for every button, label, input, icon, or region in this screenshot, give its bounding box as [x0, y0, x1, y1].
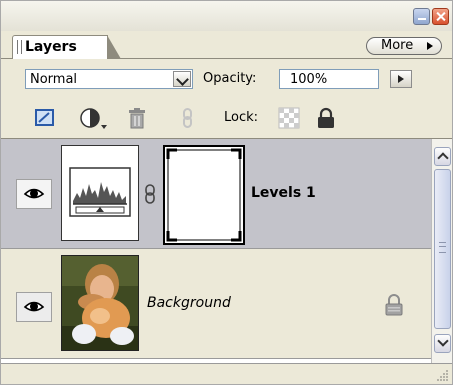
scroll-down-button[interactable]: [434, 334, 451, 353]
mask-link-icon[interactable]: [143, 183, 157, 205]
opacity-label: Opacity:: [203, 71, 257, 86]
layer-mask-thumbnail[interactable]: [163, 145, 245, 245]
opacity-value: 100%: [290, 72, 328, 87]
trash-icon[interactable]: [126, 107, 148, 129]
layer-toolbar: Lock:: [1, 99, 452, 139]
vertical-scrollbar[interactable]: [431, 139, 452, 363]
scroll-thumb[interactable]: [434, 169, 451, 329]
opacity-slider-button[interactable]: [390, 70, 412, 88]
grip-icon: [439, 242, 446, 253]
new-fill-layer-icon[interactable]: [34, 107, 56, 129]
adjustment-layer-icon[interactable]: [79, 107, 109, 129]
blend-controls: Normal Opacity: 100%: [1, 59, 452, 99]
visibility-toggle[interactable]: [16, 292, 52, 322]
layer-name[interactable]: Background: [147, 295, 231, 311]
close-button[interactable]: [432, 8, 449, 25]
minimize-button[interactable]: [413, 8, 430, 25]
link-icon[interactable]: [177, 107, 199, 129]
layer-row-background[interactable]: Background: [1, 249, 431, 359]
lock-icon: [384, 293, 404, 317]
layers-list: Levels 1 Background: [1, 139, 431, 363]
eye-icon: [23, 301, 45, 312]
histogram-icon: [69, 167, 131, 217]
photo-girl-with-cat-image: [62, 256, 138, 350]
blend-mode-select[interactable]: Normal: [25, 69, 193, 89]
layer-row-levels[interactable]: Levels 1: [1, 139, 431, 249]
chevron-down-icon[interactable]: [173, 71, 191, 87]
layers-palette: Layers More Normal Opacity: 100% Lock: L…: [0, 0, 453, 385]
blend-mode-value: Normal: [30, 72, 78, 87]
opacity-field[interactable]: 100%: [279, 69, 379, 89]
adjustment-thumbnail[interactable]: [61, 145, 139, 241]
eye-icon: [23, 188, 45, 199]
lock-label: Lock:: [224, 110, 259, 125]
layer-name[interactable]: Levels 1: [251, 185, 316, 201]
image-thumbnail[interactable]: [61, 255, 139, 351]
scroll-up-button[interactable]: [434, 147, 451, 166]
mask-frame-icon: [166, 148, 242, 242]
more-button[interactable]: More: [366, 37, 442, 55]
tab-row: Layers More: [1, 31, 452, 59]
play-arrow-icon: [427, 42, 433, 50]
visibility-toggle[interactable]: [16, 179, 52, 209]
palette-bottom-bar: [1, 363, 452, 384]
lock-all-icon[interactable]: [315, 107, 337, 129]
grip-icon[interactable]: [17, 40, 22, 54]
tab-layers[interactable]: Layers: [12, 35, 121, 59]
resize-grip-icon[interactable]: [435, 368, 449, 382]
palette-title-bar[interactable]: [1, 1, 452, 31]
tab-label: Layers: [25, 39, 77, 55]
lock-transparency-icon[interactable]: [278, 107, 300, 129]
more-label: More: [381, 38, 414, 53]
